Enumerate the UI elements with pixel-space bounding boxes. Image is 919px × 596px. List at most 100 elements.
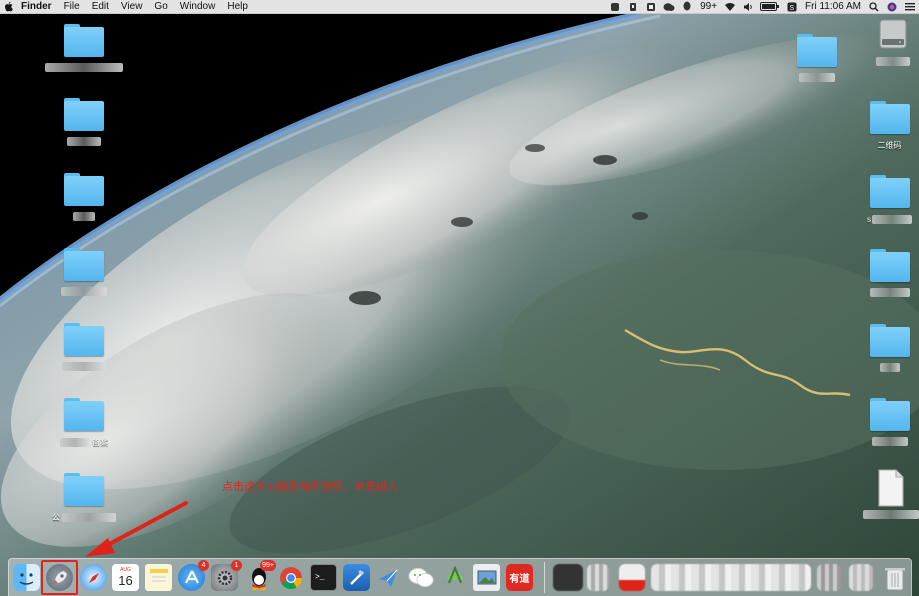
wechat-dock-icon[interactable]: [407, 564, 434, 591]
trash-dock-icon[interactable]: [881, 564, 908, 591]
desktop-folder[interactable]: 二维码: [860, 101, 919, 157]
desktop-folder[interactable]: [45, 24, 123, 80]
app-store-badge: 4: [198, 560, 209, 571]
menu-window[interactable]: Window: [174, 0, 222, 14]
notification-center-icon[interactable]: [904, 1, 916, 12]
launchpad-rocket-dock-icon[interactable]: [46, 564, 73, 591]
instruction-annotation: 点击这个火箭图标的选项，单击进入: [222, 481, 398, 493]
finder-dock-icon[interactable]: [13, 564, 40, 591]
folder-icon: [64, 173, 104, 206]
blurred-folder-label: [862, 510, 919, 519]
desktop-folder[interactable]: [860, 398, 919, 454]
folder-label: 公: [52, 512, 116, 523]
android-studio-dock-icon[interactable]: [441, 564, 468, 591]
notification-count[interactable]: 99+: [700, 1, 717, 12]
app-store-dock-icon[interactable]: 4: [178, 560, 209, 591]
blurred-folder-label: [872, 214, 912, 224]
desktop-folder[interactable]: [860, 249, 919, 305]
desktop-folder[interactable]: [49, 248, 119, 304]
svg-text:>_: >_: [315, 573, 325, 582]
document-icon: [878, 469, 903, 507]
blurred-folder-label: [876, 57, 910, 66]
folder-icon: [869, 324, 910, 357]
messaging-bird-dock-icon[interactable]: [375, 564, 402, 591]
minimized-window[interactable]: [587, 564, 609, 591]
xcode-dock-icon[interactable]: [343, 564, 370, 591]
youdao-dock-icon[interactable]: 有道: [506, 564, 533, 591]
terminal-dock-icon[interactable]: >_: [310, 564, 337, 591]
dock-separator: [544, 562, 545, 593]
clock[interactable]: Fri 11:06 AM: [805, 1, 861, 12]
input-method-icon[interactable]: S: [786, 1, 798, 12]
status-area: 99+ S Fri 11:06 AM: [606, 0, 919, 14]
grid-status-icon[interactable]: [645, 1, 657, 12]
folder-icon: [869, 398, 910, 431]
folder-icon: [64, 473, 104, 506]
folder-icon: [869, 249, 910, 282]
desktop-folder[interactable]: [49, 173, 119, 229]
desktop-folder[interactable]: [49, 323, 119, 379]
desktop-folder[interactable]: [860, 324, 919, 380]
system-preferences-dock-icon[interactable]: 1: [211, 560, 242, 591]
apple-logo-icon[interactable]: [4, 1, 14, 13]
menu-help[interactable]: Help: [221, 0, 254, 14]
notes-dock-icon[interactable]: [145, 564, 172, 591]
hard-drive-icon: [879, 19, 907, 49]
usb-status-icon[interactable]: [627, 1, 639, 12]
folder-icon: [64, 323, 104, 356]
wechat-status-icon[interactable]: [663, 1, 675, 12]
folder-icon: [869, 175, 910, 208]
qq-dock-icon[interactable]: 99+: [245, 560, 276, 591]
battery-icon[interactable]: [760, 1, 780, 12]
folder-icon: [64, 398, 104, 431]
svg-text:S: S: [790, 5, 795, 12]
siri-icon[interactable]: [886, 1, 898, 12]
qq-status-icon[interactable]: [681, 1, 693, 12]
menu-app-finder[interactable]: Finder: [18, 0, 58, 14]
blurred-folder-label: [871, 437, 908, 446]
blurred-folder-label: [73, 212, 95, 221]
evernote-status-icon[interactable]: [609, 1, 621, 12]
blurred-folder-label: [869, 288, 910, 297]
menu-go[interactable]: Go: [148, 0, 173, 14]
spotlight-search-icon[interactable]: [868, 1, 880, 12]
preview-dock-icon[interactable]: [473, 564, 500, 591]
youdao-label: 有道: [509, 574, 530, 585]
minimized-windows-group[interactable]: [651, 564, 811, 591]
blurred-folder-label: [879, 363, 900, 372]
calendar-day: 16: [118, 573, 133, 588]
minimized-window[interactable]: [553, 564, 583, 591]
menu-file[interactable]: File: [58, 0, 86, 14]
desktop-document[interactable]: [862, 469, 919, 525]
minimized-window[interactable]: [619, 564, 645, 591]
folder-icon: [797, 34, 837, 67]
desktop-folder[interactable]: [49, 98, 119, 154]
wifi-icon[interactable]: [724, 1, 736, 12]
menu-view[interactable]: View: [115, 0, 149, 14]
desktop-folder[interactable]: 备案: [49, 398, 119, 454]
minimized-window[interactable]: [817, 564, 841, 591]
blurred-folder-label: [62, 362, 106, 371]
folder-label-text: s: [867, 214, 871, 224]
system-preferences-badge: 1: [231, 560, 242, 571]
desktop-folder[interactable]: 公: [49, 473, 119, 529]
hard-drive[interactable]: [868, 17, 918, 73]
folder-label: s: [867, 214, 912, 224]
folder-icon: [64, 24, 104, 57]
minimized-window[interactable]: [849, 564, 873, 591]
desktop-folder[interactable]: s: [860, 175, 919, 231]
menu-bar: Finder File Edit View Go Window Help 99+: [0, 0, 919, 14]
folder-icon: [64, 98, 104, 131]
blurred-folder-label: [60, 438, 90, 447]
blurred-folder-label: [45, 63, 123, 72]
volume-icon[interactable]: [742, 1, 754, 12]
folder-label-text: 备案: [92, 438, 108, 447]
chrome-dock-icon[interactable]: [277, 564, 304, 591]
menu-edit[interactable]: Edit: [86, 0, 115, 14]
safari-dock-icon[interactable]: [80, 564, 107, 591]
desktop-folder[interactable]: [782, 34, 852, 90]
blurred-folder-label: [799, 73, 835, 82]
calendar-dock-icon[interactable]: AUG 16: [112, 564, 139, 591]
folder-label: 备案: [60, 437, 108, 448]
folder-icon: [869, 101, 910, 134]
